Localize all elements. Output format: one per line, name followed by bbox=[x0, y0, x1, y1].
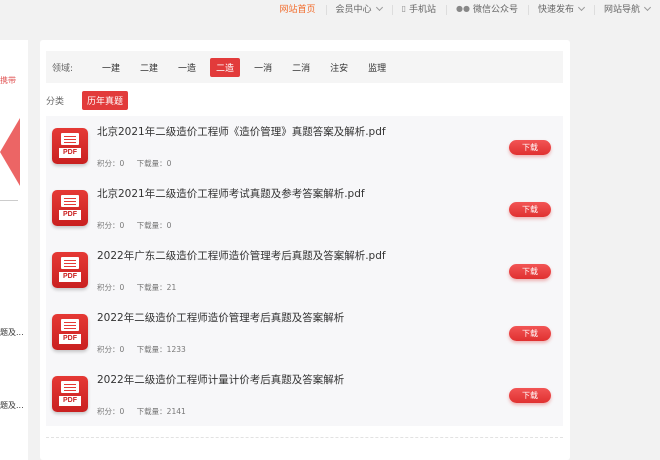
pdf-icon: PDF bbox=[52, 128, 88, 164]
chevron-down-icon bbox=[577, 3, 586, 11]
sidebar-divider bbox=[0, 200, 18, 201]
field-filter-row: 领域: 一建 二建 一造 二造 一消 二消 注安 监理 bbox=[46, 51, 563, 83]
download-button[interactable]: 下载 bbox=[509, 326, 551, 341]
field-tag-erxiao[interactable]: 二消 bbox=[286, 58, 316, 77]
download-panel: 领域: 一建 二建 一造 二造 一消 二消 注安 监理 分类 历年真题 PDF … bbox=[40, 40, 570, 460]
file-meta: 积分：0 下载量：1233 bbox=[97, 344, 186, 355]
download-button[interactable]: 下载 bbox=[509, 140, 551, 155]
file-points: 积分：0 bbox=[97, 221, 125, 230]
download-button[interactable]: 下载 bbox=[509, 202, 551, 217]
nav-quick-publish-label: 快速发布 bbox=[537, 5, 574, 15]
top-bar: 网站首页 会员中心 ▯ 手机站 ●● 微信公众号 快速发布 网站导航 bbox=[0, 0, 660, 17]
wechat-icon: ●● bbox=[455, 4, 470, 13]
nav-site-map-label: 网站导航 bbox=[603, 5, 640, 15]
nav-home-label: 网站首页 bbox=[279, 5, 316, 15]
sidebar-link[interactable]: 题及... bbox=[0, 327, 24, 338]
pdf-icon: PDF bbox=[52, 376, 88, 412]
nav-home[interactable]: 网站首页 bbox=[270, 2, 326, 15]
file-meta: 积分：0 下载量：0 bbox=[97, 158, 171, 169]
file-meta: 积分：0 下载量：21 bbox=[97, 282, 176, 293]
file-item: PDF 2022年二级造价工程师造价管理考后真题及答案解析 积分：0 下载量：1… bbox=[46, 302, 563, 364]
nav-member-center-label: 会员中心 bbox=[335, 5, 372, 15]
nav-mobile-site[interactable]: ▯ 手机站 bbox=[391, 2, 446, 15]
file-list: PDF 北京2021年二级造价工程师《造价管理》真题答案及解析.pdf 积分：0… bbox=[46, 116, 563, 426]
phone-icon: ▯ bbox=[401, 4, 406, 13]
file-item: PDF 北京2021年二级造价工程师考试真题及参考答案解析.pdf 积分：0 下… bbox=[46, 178, 563, 240]
promo-text: 携带 bbox=[0, 76, 16, 85]
file-title[interactable]: 北京2021年二级造价工程师考试真题及参考答案解析.pdf bbox=[97, 186, 365, 201]
pdf-icon: PDF bbox=[52, 190, 88, 226]
chevron-down-icon bbox=[643, 3, 652, 11]
file-item: PDF 2022年广东二级造价工程师造价管理考后真题及答案解析.pdf 积分：0… bbox=[46, 240, 563, 302]
nav-wechat[interactable]: ●● 微信公众号 bbox=[445, 2, 528, 15]
pdf-icon: PDF bbox=[52, 314, 88, 350]
field-tag-yizao[interactable]: 一造 bbox=[172, 58, 202, 77]
field-filter-label: 领域: bbox=[52, 63, 74, 74]
pdf-icon: PDF bbox=[52, 252, 88, 288]
nav-wechat-label: 微信公众号 bbox=[472, 5, 518, 15]
field-tag-yijian[interactable]: 一建 bbox=[96, 58, 126, 77]
file-downloads: 下载量：2141 bbox=[136, 407, 186, 416]
list-divider bbox=[46, 437, 563, 438]
file-downloads: 下载量：1233 bbox=[136, 345, 186, 354]
file-title[interactable]: 2022年二级造价工程师造价管理考后真题及答案解析 bbox=[97, 310, 344, 325]
file-meta: 积分：0 下载量：2141 bbox=[97, 406, 186, 417]
file-downloads: 下载量：21 bbox=[136, 283, 177, 292]
field-tag-jianli[interactable]: 监理 bbox=[362, 58, 392, 77]
download-button[interactable]: 下载 bbox=[509, 264, 551, 279]
sidebar-link[interactable]: 题及... bbox=[0, 400, 24, 411]
file-downloads: 下载量：0 bbox=[136, 159, 172, 168]
file-item: PDF 北京2021年二级造价工程师《造价管理》真题答案及解析.pdf 积分：0… bbox=[46, 116, 563, 178]
field-tag-zhuan[interactable]: 注安 bbox=[324, 58, 354, 77]
category-label: 分类 bbox=[46, 97, 65, 107]
file-points: 积分：0 bbox=[97, 345, 125, 354]
file-points: 积分：0 bbox=[97, 159, 125, 168]
category-filter-row: 分类 历年真题 bbox=[46, 91, 129, 110]
file-title[interactable]: 北京2021年二级造价工程师《造价管理》真题答案及解析.pdf bbox=[97, 124, 386, 139]
field-tag-yixiao[interactable]: 一消 bbox=[248, 58, 278, 77]
chevron-down-icon bbox=[375, 3, 383, 11]
category-tag-past-exams[interactable]: 历年真题 bbox=[82, 91, 129, 110]
nav-mobile-site-label: 手机站 bbox=[408, 5, 436, 15]
nav-site-map[interactable]: 网站导航 bbox=[593, 2, 660, 15]
file-title[interactable]: 2022年广东二级造价工程师造价管理考后真题及答案解析.pdf bbox=[97, 248, 386, 263]
top-nav: 网站首页 会员中心 ▯ 手机站 ●● 微信公众号 快速发布 网站导航 bbox=[270, 0, 660, 17]
left-sidebar-card: 携带 题及... 题及... bbox=[0, 40, 28, 460]
file-points: 积分：0 bbox=[97, 283, 125, 292]
file-title[interactable]: 2022年二级造价工程师计量计价考后真题及答案解析 bbox=[97, 372, 344, 387]
field-tag-erzao[interactable]: 二造 bbox=[210, 57, 241, 77]
field-tag-erjian[interactable]: 二建 bbox=[134, 58, 164, 77]
promo-graphic bbox=[0, 118, 20, 186]
file-downloads: 下载量：0 bbox=[136, 221, 172, 230]
file-item: PDF 2022年二级造价工程师计量计价考后真题及答案解析 积分：0 下载量：2… bbox=[46, 364, 563, 426]
file-meta: 积分：0 下载量：0 bbox=[97, 220, 171, 231]
nav-quick-publish[interactable]: 快速发布 bbox=[527, 2, 594, 15]
download-button[interactable]: 下载 bbox=[509, 388, 551, 403]
nav-member-center[interactable]: 会员中心 bbox=[325, 2, 392, 15]
file-points: 积分：0 bbox=[97, 407, 125, 416]
